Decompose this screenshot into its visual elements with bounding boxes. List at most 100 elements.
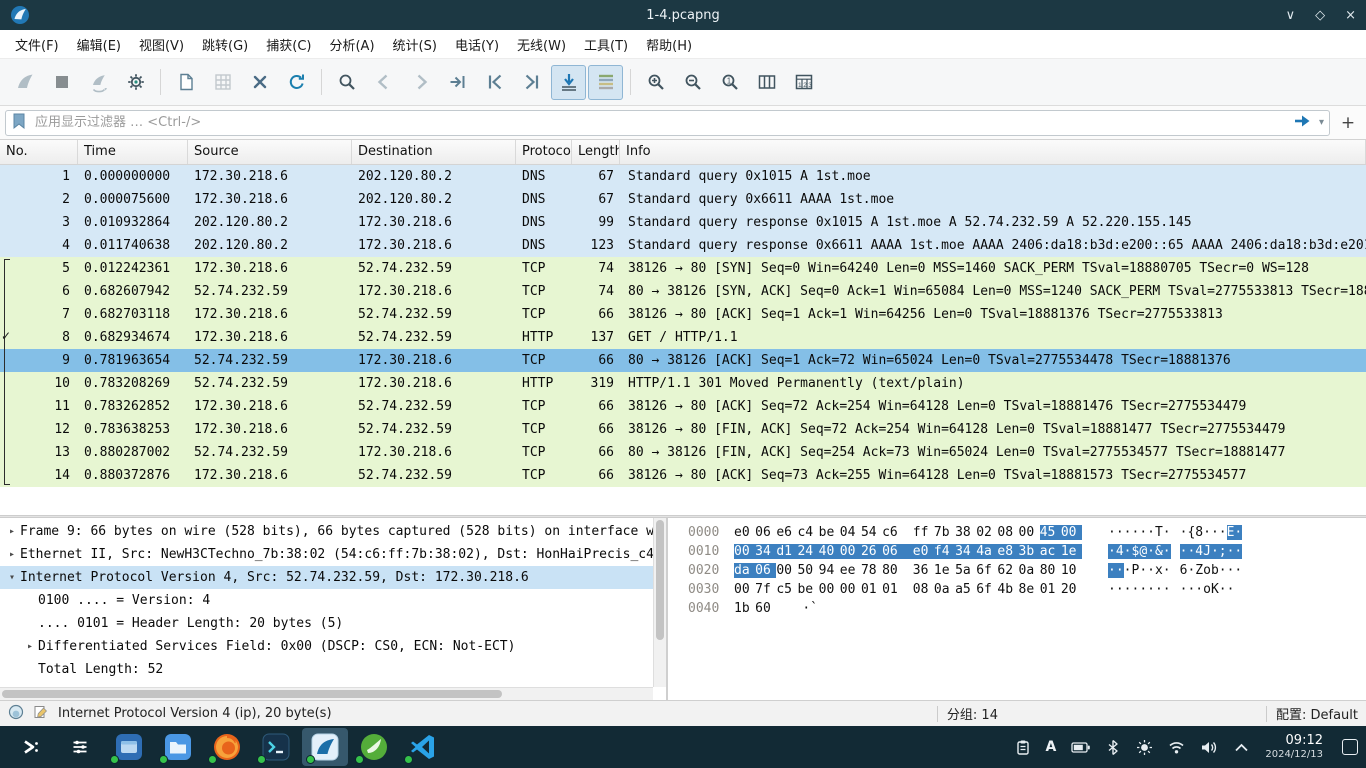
packet-row[interactable]: 90.78196365452.74.232.59172.30.218.6TCP6…: [0, 349, 1366, 372]
hex-byte[interactable]: 36: [913, 563, 934, 578]
column-header-info[interactable]: Info: [620, 140, 1366, 164]
packet-row[interactable]: 80.682934674172.30.218.652.74.232.59HTTP…: [0, 326, 1366, 349]
hex-byte[interactable]: 4a: [976, 544, 997, 559]
packet-row[interactable]: 20.000075600172.30.218.6202.120.80.2DNS6…: [0, 188, 1366, 211]
input-method-icon[interactable]: A: [1046, 739, 1057, 755]
hex-byte[interactable]: e0: [913, 544, 934, 559]
detail-line[interactable]: ▸Frame 9: 66 bytes on wire (528 bits), 6…: [0, 520, 666, 543]
go-to-packet-button[interactable]: [440, 65, 475, 100]
hex-byte[interactable]: d1: [776, 544, 797, 559]
column-header-protocol[interactable]: Protocol: [516, 140, 572, 164]
clock[interactable]: 09:12 2024/12/13: [1265, 734, 1323, 760]
hex-row[interactable]: 0030007fc5be00000101080aa56f4b8e0120····…: [688, 580, 1366, 599]
auto-scroll-button[interactable]: [551, 65, 586, 100]
hex-byte[interactable]: be: [819, 525, 840, 540]
expander-icon[interactable]: ▸: [4, 520, 20, 543]
hex-byte[interactable]: 1b: [734, 601, 755, 616]
resize-columns-button[interactable]: [749, 65, 784, 100]
ascii-char[interactable]: ·: [1116, 582, 1124, 597]
ascii-char[interactable]: x: [1155, 563, 1163, 578]
hex-byte[interactable]: 7b: [934, 525, 955, 540]
hex-byte[interactable]: 3b: [1019, 544, 1040, 559]
ascii-char[interactable]: 4: [1116, 544, 1124, 559]
hex-byte[interactable]: 01: [1040, 582, 1061, 597]
hex-byte[interactable]: 94: [819, 563, 840, 578]
packet-row[interactable]: 130.88028700252.74.232.59172.30.218.6TCP…: [0, 441, 1366, 464]
hex-byte[interactable]: f4: [934, 544, 955, 559]
hex-byte[interactable]: 80: [882, 563, 913, 578]
ascii-char[interactable]: T: [1155, 525, 1163, 540]
hex-row[interactable]: 00401b60·`: [688, 599, 1366, 618]
ascii-char[interactable]: ·: [1147, 582, 1155, 597]
ascii-char[interactable]: ·: [1163, 544, 1171, 559]
column-header-no[interactable]: No.: [0, 140, 78, 164]
hex-byte[interactable]: 34: [955, 544, 976, 559]
ascii-char[interactable]: ·: [1108, 525, 1116, 540]
hex-byte[interactable]: 5a: [955, 563, 976, 578]
hex-byte[interactable]: e8: [997, 544, 1018, 559]
ascii-char[interactable]: ·: [1234, 525, 1242, 540]
bookmark-icon[interactable]: [11, 112, 27, 134]
ascii-char[interactable]: ·: [1108, 544, 1116, 559]
ascii-char[interactable]: ·: [1147, 563, 1155, 578]
bluetooth-icon[interactable]: [1105, 739, 1121, 756]
hex-byte[interactable]: 6f: [976, 563, 997, 578]
task-view-icon[interactable]: [57, 728, 103, 766]
hex-byte[interactable]: ee: [840, 563, 861, 578]
go-first-button[interactable]: [477, 65, 512, 100]
column-header-time[interactable]: Time: [78, 140, 188, 164]
hex-byte[interactable]: 24: [797, 544, 818, 559]
menu-item-1[interactable]: 编辑(E): [68, 31, 130, 58]
column-header-length[interactable]: Length: [572, 140, 620, 164]
hex-row[interactable]: 00100034d12440002606e0f4344ae83bac1e·4·$…: [688, 542, 1366, 561]
packet-row[interactable]: 10.000000000172.30.218.6202.120.80.2DNS6…: [0, 165, 1366, 188]
hex-byte[interactable]: 0a: [1019, 563, 1040, 578]
chevron-up-icon[interactable]: [1233, 740, 1250, 755]
open-file-button[interactable]: [168, 65, 203, 100]
ascii-char[interactable]: o: [1203, 563, 1211, 578]
hex-byte[interactable]: be: [797, 582, 818, 597]
hex-byte[interactable]: c5: [776, 582, 797, 597]
go-forward-button[interactable]: [403, 65, 438, 100]
colorize-button[interactable]: [588, 65, 623, 100]
menu-item-0[interactable]: 文件(F): [6, 31, 68, 58]
zoom-out-button[interactable]: [675, 65, 710, 100]
hex-byte[interactable]: 54: [861, 525, 882, 540]
menu-item-5[interactable]: 分析(A): [320, 31, 383, 58]
wifi-icon[interactable]: [1168, 739, 1185, 755]
packet-row[interactable]: 110.783262852172.30.218.652.74.232.59TCP…: [0, 395, 1366, 418]
ascii-char[interactable]: ·: [1219, 582, 1227, 597]
expander-icon[interactable]: ▾: [4, 566, 20, 589]
profile-button[interactable]: 配置: Default: [1276, 704, 1358, 723]
ascii-char[interactable]: ·: [1108, 582, 1116, 597]
ascii-char[interactable]: ·: [1234, 563, 1242, 578]
ascii-char[interactable]: ·: [1116, 525, 1124, 540]
packet-row[interactable]: 70.682703118172.30.218.652.74.232.59TCP6…: [0, 303, 1366, 326]
hex-byte[interactable]: e0: [734, 525, 755, 540]
capture-options-button[interactable]: [118, 65, 153, 100]
menu-item-4[interactable]: 捕获(C): [257, 31, 320, 58]
column-header-destination[interactable]: Destination: [352, 140, 516, 164]
hex-byte[interactable]: 00: [734, 544, 755, 559]
expander-icon[interactable]: ▸: [22, 635, 38, 658]
zoom-in-button[interactable]: [638, 65, 673, 100]
go-back-button[interactable]: [366, 65, 401, 100]
ascii-char[interactable]: ·: [1163, 582, 1171, 597]
menu-item-10[interactable]: 帮助(H): [637, 31, 701, 58]
hex-byte[interactable]: 10: [1061, 563, 1082, 578]
ascii-char[interactable]: ·: [1219, 563, 1227, 578]
launcher-icon[interactable]: [8, 728, 54, 766]
reload-file-button[interactable]: [279, 65, 314, 100]
packet-row[interactable]: 60.68260794252.74.232.59172.30.218.6TCP7…: [0, 280, 1366, 303]
hex-byte[interactable]: 0a: [934, 582, 955, 597]
hex-byte[interactable]: da: [734, 563, 755, 578]
restart-capture-button[interactable]: [81, 65, 116, 100]
ascii-char[interactable]: ;: [1219, 544, 1227, 559]
ascii-char[interactable]: 8: [1195, 525, 1203, 540]
ascii-char[interactable]: `: [810, 601, 818, 616]
stop-capture-button[interactable]: [44, 65, 79, 100]
hex-byte[interactable]: 06: [755, 525, 776, 540]
shade-button[interactable]: ∨: [1286, 9, 1296, 22]
ascii-char[interactable]: ·: [1195, 582, 1203, 597]
hex-byte[interactable]: 40: [819, 544, 840, 559]
